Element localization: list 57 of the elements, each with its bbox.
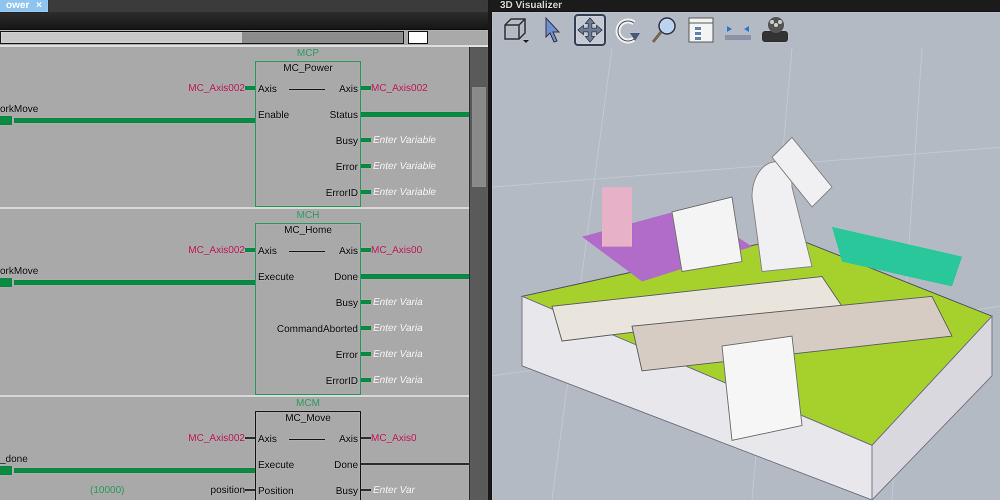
machine-model-drawing[interactable] xyxy=(520,136,993,500)
output-pin: CommandAborted xyxy=(276,324,358,334)
variable-placeholder[interactable]: Enter Varia xyxy=(373,322,423,334)
input-pin: Enable xyxy=(258,110,290,120)
variable-placeholder[interactable]: Enter Varia xyxy=(373,296,423,308)
function-block-name: MC_Home xyxy=(283,224,333,238)
variable-placeholder[interactable]: Enter Varia xyxy=(373,348,423,360)
input-pin: Position xyxy=(258,486,294,496)
variable-placeholder[interactable]: Enter Variable xyxy=(373,160,436,172)
output-pin: Axis xyxy=(339,84,358,94)
editor-tab[interactable]: ower × xyxy=(0,0,48,12)
contact-label: _done xyxy=(0,452,29,466)
input-pin: Axis xyxy=(258,434,277,444)
input-pin: Execute xyxy=(258,460,294,470)
variable-placeholder[interactable]: Enter Variable xyxy=(373,186,436,198)
output-variable[interactable]: MC_Axis002 xyxy=(371,82,428,94)
output-pin: ErrorID xyxy=(326,188,358,198)
pan-arrows-icon[interactable] xyxy=(574,14,606,46)
output-pin: Busy xyxy=(336,486,358,496)
output-pin: Busy xyxy=(336,136,358,146)
output-variable[interactable]: MC_Axis00 xyxy=(371,244,422,256)
vertical-scrollbar[interactable] xyxy=(469,47,488,500)
variable-placeholder[interactable]: Enter Variable xyxy=(373,134,436,146)
output-pin: Done xyxy=(334,460,358,470)
function-block[interactable]: MC_Home Axis Axis Execute Done Busy CommandAborted Error ErrorID xyxy=(255,223,361,395)
input-pin: Axis xyxy=(258,246,277,256)
function-block[interactable]: MC_Move Axis Axis Execute Done Position Busy xyxy=(255,411,361,500)
output-variable[interactable]: MC_Axis0 xyxy=(371,432,417,444)
output-pin: Busy xyxy=(336,298,358,308)
panel-title: 3D Visualizer xyxy=(492,0,1000,12)
instance-label: MCP xyxy=(296,47,320,61)
instance-label: MCH xyxy=(296,209,320,223)
contact-label: orkMove xyxy=(0,102,40,116)
contact-label: orkMove xyxy=(0,264,40,278)
variable-placeholder[interactable]: Enter Var xyxy=(373,484,415,496)
function-block[interactable]: MC_Power Axis Axis Enable Status Busy Error ErrorID xyxy=(255,61,361,207)
close-icon[interactable]: × xyxy=(36,0,42,11)
output-pin: Axis xyxy=(339,246,358,256)
input-pin: Execute xyxy=(258,272,294,282)
function-block-name: MC_Power xyxy=(282,62,334,76)
constant-value: (10000) xyxy=(90,484,124,496)
input-variable[interactable]: MC_Axis002 xyxy=(188,82,245,94)
input-variable[interactable]: position xyxy=(210,484,245,496)
input-variable[interactable]: MC_Axis002 xyxy=(188,244,245,256)
horizontal-scrollbar[interactable] xyxy=(0,31,404,44)
output-pin: ErrorID xyxy=(326,376,358,386)
output-pin: Done xyxy=(334,272,358,282)
input-variable[interactable]: MC_Axis002 xyxy=(188,432,245,444)
instance-label: MCM xyxy=(296,397,320,411)
input-pin: Axis xyxy=(258,84,277,94)
output-pin: Axis xyxy=(339,434,358,444)
output-pin: Error xyxy=(336,350,358,360)
output-pin: Status xyxy=(330,110,358,120)
variable-placeholder[interactable]: Enter Varia xyxy=(373,374,423,386)
function-block-name: MC_Move xyxy=(284,412,332,426)
output-pin: Error xyxy=(336,162,358,172)
scroll-corner-box xyxy=(408,31,428,44)
